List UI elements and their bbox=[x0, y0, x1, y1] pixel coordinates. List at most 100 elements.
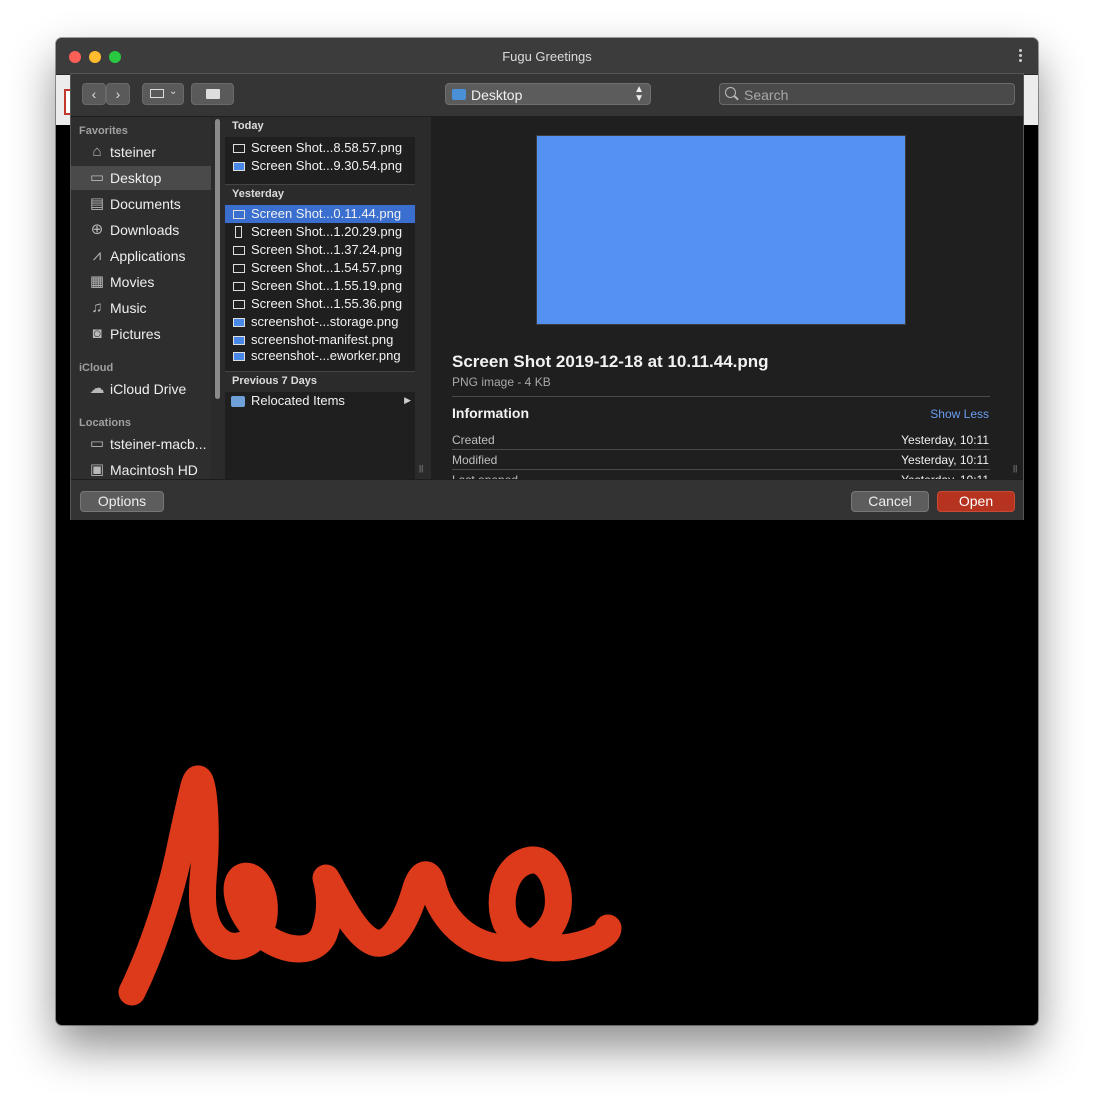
sidebar-item-label: Pictures bbox=[110, 326, 161, 342]
sidebar-item-movies[interactable]: ▦ Movies bbox=[71, 270, 211, 294]
file-name: Relocated Items bbox=[251, 393, 345, 408]
file-row[interactable]: Screen Shot...1.55.19.png bbox=[225, 277, 415, 295]
file-name: Screen Shot...1.20.29.png bbox=[251, 224, 403, 239]
file-group-header: Yesterday bbox=[225, 185, 415, 205]
cancel-button[interactable]: Cancel bbox=[851, 491, 929, 512]
file-name: screenshot-...storage.png bbox=[251, 314, 399, 329]
preview-resize-handle[interactable]: || bbox=[1009, 117, 1023, 479]
preview-filename: Screen Shot 2019-12-18 at 10.11.44.png bbox=[452, 352, 769, 371]
file-thumbnail bbox=[536, 135, 906, 325]
location-popup[interactable]: Desktop ▲ ▼ bbox=[445, 83, 651, 105]
search-input[interactable] bbox=[742, 85, 1006, 105]
sidebar-item-label: Documents bbox=[110, 196, 181, 212]
file-row[interactable]: screenshot-...eworker.png bbox=[225, 347, 415, 365]
file-name: screenshot-...eworker.png bbox=[251, 348, 401, 363]
file-column: Today Screen Shot...8.58.57.png Screen Sho… bbox=[225, 117, 415, 479]
group-title: Yesterday bbox=[232, 188, 284, 200]
documents-icon: ▤ bbox=[89, 195, 105, 212]
file-name: Screen Shot...1.55.36.png bbox=[251, 296, 403, 311]
open-button[interactable]: Open bbox=[937, 491, 1015, 512]
sidebar-item-label: Applications bbox=[110, 248, 186, 264]
file-row[interactable]: Screen Shot...9.30.54.png bbox=[225, 157, 415, 175]
image-file-icon bbox=[233, 246, 245, 255]
preview-pane: Screen Shot 2019-12-18 at 10.11.44.png P… bbox=[431, 117, 1011, 479]
folder-row[interactable]: ▶ Relocated Items bbox=[225, 392, 415, 410]
sidebar-item-label: Movies bbox=[110, 274, 155, 290]
sidebar-section-header: Locations bbox=[79, 417, 131, 429]
image-file-icon bbox=[233, 144, 245, 153]
columns-view-icon bbox=[150, 89, 164, 98]
updown-chevron-icon: ▲ ▼ bbox=[634, 84, 644, 104]
file-name: Screen Shot...0.11.44.png bbox=[251, 206, 402, 221]
file-row[interactable]: Screen Shot...8.58.57.png bbox=[225, 139, 415, 157]
new-folder-icon bbox=[206, 89, 220, 99]
sidebar-item-icloud-drive[interactable]: ☁ iCloud Drive bbox=[71, 377, 211, 401]
group-title: Today bbox=[232, 120, 264, 132]
sidebar-item-tsteiner[interactable]: ⌂ tsteiner bbox=[71, 140, 211, 164]
cloud-icon: ☁ bbox=[89, 380, 105, 397]
sidebar-item-label: Music bbox=[110, 300, 147, 316]
file-name: Screen Shot...1.54.57.png bbox=[251, 260, 403, 275]
metadata-value: Yesterday, 10:11 bbox=[901, 433, 989, 447]
column-resize-handle[interactable]: || bbox=[415, 117, 429, 479]
folder-icon bbox=[452, 89, 466, 100]
image-file-icon bbox=[233, 210, 245, 219]
show-less-link[interactable]: Show Less bbox=[930, 407, 989, 421]
home-icon: ⌂ bbox=[92, 143, 102, 160]
sidebar-item-pictures[interactable]: ◙ Pictures bbox=[71, 322, 211, 346]
love-scribble bbox=[118, 765, 622, 1006]
dialog-button-bar: Options Cancel Open bbox=[71, 479, 1023, 520]
dialog-toolbar: ‹ › ⌄ Desktop ▲ ▼ bbox=[71, 74, 1023, 117]
sidebar-item-documents[interactable]: ▤ Documents bbox=[71, 192, 211, 216]
nav-buttons: ‹ › bbox=[82, 83, 130, 105]
file-name: Screen Shot...1.55.19.png bbox=[251, 278, 403, 293]
back-button[interactable]: ‹ bbox=[82, 83, 106, 105]
search-field[interactable] bbox=[719, 83, 1015, 105]
divider bbox=[452, 469, 990, 470]
file-row[interactable]: screenshot-...storage.png bbox=[225, 313, 415, 331]
sidebar-scrollbar[interactable] bbox=[215, 119, 220, 399]
file-name: Screen Shot...1.37.24.png bbox=[251, 242, 403, 257]
divider bbox=[452, 396, 990, 397]
image-file-icon bbox=[233, 300, 245, 309]
open-file-dialog: ‹› ⌄ Desktop ▲▼ Favorites ⌂ tsteiner ▭ Deskt… bbox=[70, 73, 1024, 520]
group-title: Previous 7 Days bbox=[232, 375, 317, 387]
new-folder-button[interactable] bbox=[191, 83, 234, 105]
divider bbox=[452, 449, 990, 450]
laptop-icon: ▭ bbox=[89, 435, 105, 452]
file-row[interactable]: Screen Shot...1.20.29.png bbox=[225, 223, 415, 241]
sidebar-section-header: iCloud bbox=[79, 362, 114, 374]
movies-icon: ▦ bbox=[89, 273, 105, 290]
sidebar-item-label: Downloads bbox=[110, 222, 180, 238]
image-file-icon bbox=[233, 336, 245, 345]
image-file-icon bbox=[233, 352, 245, 361]
file-name: Screen Shot...9.30.54.png bbox=[251, 158, 403, 173]
sidebar-item-music[interactable]: ♫ Music bbox=[71, 296, 211, 320]
sidebar-item-desktop[interactable]: ▭ Desktop bbox=[71, 166, 211, 190]
sidebar-item-applications[interactable]: ⩘ Applications bbox=[71, 244, 211, 268]
sidebar-item-macintosh-hd[interactable]: ▣ Macintosh HD bbox=[71, 458, 211, 479]
sidebar-item-downloads[interactable]: ⊕ Downloads bbox=[71, 218, 211, 242]
file-group-header: Previous 7 Days bbox=[225, 372, 415, 392]
file-row[interactable]: Screen Shot...0.11.44.png bbox=[225, 205, 415, 223]
file-row[interactable]: Screen Shot...1.55.36.png bbox=[225, 295, 415, 313]
folder-icon bbox=[231, 396, 245, 407]
metadata-key: Created bbox=[452, 433, 495, 447]
downloads-icon: ⊕ bbox=[90, 221, 104, 238]
sidebar-item-tsteiner-macb[interactable]: ▭ tsteiner-macb... bbox=[71, 432, 211, 456]
sidebar: Favorites ⌂ tsteiner ▭ Desktop ▤ Documents ⊕ Dow… bbox=[71, 117, 211, 479]
disk-icon: ▣ bbox=[89, 461, 105, 478]
divider bbox=[225, 184, 415, 185]
chevron-down-icon: ⌄ bbox=[169, 86, 178, 97]
disclosure-arrow-icon: ▶ bbox=[404, 395, 411, 405]
image-file-icon bbox=[233, 282, 245, 291]
sidebar-item-label: tsteiner bbox=[110, 144, 156, 160]
forward-button[interactable]: › bbox=[106, 83, 130, 105]
image-file-icon bbox=[233, 162, 245, 171]
file-row[interactable]: Screen Shot...1.54.57.png bbox=[225, 259, 415, 277]
sidebar-item-label: iCloud Drive bbox=[110, 381, 187, 397]
options-button[interactable]: Options bbox=[80, 491, 164, 512]
file-row[interactable]: Screen Shot...1.37.24.png bbox=[225, 241, 415, 259]
view-mode-button[interactable]: ⌄ bbox=[142, 83, 184, 105]
file-group-header: Today bbox=[225, 117, 415, 137]
